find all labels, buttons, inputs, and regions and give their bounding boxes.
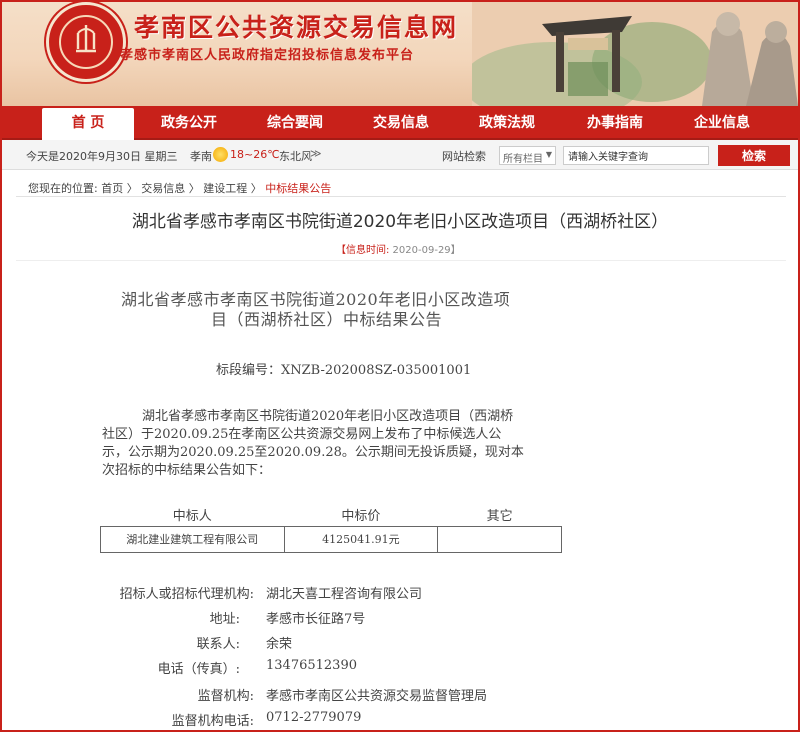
contact-value-phone: 13476512390 (266, 658, 357, 673)
info-bar: 今天是2020年9月30日 星期三 孝南 18~26℃ 东北风 ≫ 网站检索 所… (2, 140, 798, 170)
breadcrumb-separator: 〉 (188, 182, 200, 195)
contact-label-address: 地址: (209, 612, 240, 627)
breadcrumb-prefix: 您现在的位置: (28, 182, 98, 195)
breadcrumb-separator: 〉 (126, 182, 138, 195)
breadcrumb-item-trade-info[interactable]: 交易信息 (141, 182, 185, 195)
body-line: 社区）于2020.09.25在孝南区公共资源交易网上发布了中标候选人公 (102, 427, 502, 442)
current-date: 今天是2020年9月30日 星期三 (26, 150, 178, 163)
breadcrumb-current[interactable]: 中标结果公告 (265, 182, 331, 195)
nav-enterprise[interactable]: 企业信息 (676, 106, 768, 140)
breadcrumb-separator: 〉 (250, 182, 262, 195)
site-logo[interactable] (46, 2, 126, 82)
sunny-weather-icon (213, 147, 228, 162)
contact-label-person: 联系人: (196, 637, 240, 652)
contact-label-supervisor-phone: 监督机构电话: (171, 714, 254, 729)
nav-guide[interactable]: 办事指南 (569, 106, 661, 140)
nav-gov-affairs[interactable]: 政务公开 (143, 106, 235, 140)
contact-label-agency: 招标人或招标代理机构: (119, 587, 254, 602)
double-chevron-right-icon[interactable]: ≫ (310, 147, 322, 160)
breadcrumb: 您现在的位置: 首页 〉 交易信息 〉 建设工程 〉 中标结果公告 (28, 180, 331, 196)
breadcrumb-item-construction[interactable]: 建设工程 (203, 182, 247, 195)
search-label: 网站检索 (442, 150, 486, 163)
contact-value-address: 孝感市长征路7号 (266, 612, 366, 627)
search-scope-value: 所有栏目 (503, 154, 543, 165)
header-winner: 中标人 (172, 509, 212, 525)
logo-mark-icon (76, 25, 96, 53)
site-subtitle: 孝感市孝南区人民政府指定招投标信息发布平台 (120, 48, 415, 63)
table-header-row: 中标人 中标价 其它 (101, 504, 562, 526)
header-price: 中标价 (341, 509, 381, 525)
weather-city: 孝南 (190, 150, 212, 163)
breadcrumb-item-home[interactable]: 首页 (101, 182, 123, 195)
main-nav: 首 页 政务公开 综合要闻 交易信息 政策法规 办事指南 企业信息 (2, 106, 798, 140)
bid-number: 标段编号：XNZB-202008SZ-035001001 (216, 363, 472, 378)
award-table: 中标人 中标价 其它 湖北建业建筑工程有限公司 4125041.91元 (100, 504, 562, 553)
contact-value-supervisor: 孝感市孝南区公共资源交易监督管理局 (266, 689, 488, 704)
contact-label-supervisor: 监督机构: (197, 689, 254, 704)
info-time: 【信息时间: 2020-09-29】 (336, 241, 461, 256)
info-time-value: 2020-09-29】 (389, 245, 461, 256)
body-line: 示，公示期为2020.09.25至2020.09.28。公示期间无投诉质疑，现对… (102, 445, 524, 460)
search-input[interactable] (563, 146, 709, 165)
site-title: 孝南区公共资源交易信息网 (134, 13, 459, 42)
nav-policy[interactable]: 政策法规 (461, 106, 553, 140)
weather-temperature: 18~26℃ (230, 148, 280, 161)
contact-label-phone: 电话（传真）: (157, 662, 240, 677)
divider (16, 196, 786, 197)
nav-home[interactable]: 首 页 (42, 108, 134, 140)
nav-news[interactable]: 综合要闻 (249, 106, 341, 140)
info-time-label: 【信息时间: (336, 245, 390, 256)
site-banner: 孝南区公共资源交易信息网 孝感市孝南区人民政府指定招投标信息发布平台 (2, 2, 798, 106)
header-other: 其它 (486, 509, 513, 525)
chevron-down-icon: ▼ (545, 150, 552, 159)
article-title: 湖北省孝感市孝南区书院街道2020年老旧小区改造项目（西湖桥社区） (131, 212, 669, 232)
contact-value-agency: 湖北天喜工程咨询有限公司 (266, 587, 423, 602)
contact-value-supervisor-phone: 0712-2779079 (266, 710, 362, 725)
body-line: 次招标的中标结果公告如下： (102, 463, 272, 478)
table-row: 湖北建业建筑工程有限公司 4125041.91元 (100, 525, 562, 553)
search-scope-select[interactable]: 所有栏目 ▼ (499, 146, 556, 165)
cell-winner: 湖北建业建筑工程有限公司 (100, 525, 285, 553)
contact-value-person: 余荣 (266, 637, 293, 652)
nav-trade-info[interactable]: 交易信息 (355, 106, 447, 140)
banner-scene-illustration (472, 2, 798, 106)
cell-other (437, 525, 562, 553)
doc-title-line2: 目（西湖桥社区）中标结果公告 (211, 310, 443, 329)
page-frame: 孝南区公共资源交易信息网 孝感市孝南区人民政府指定招投标信息发布平台 首 页 政… (0, 0, 800, 732)
cell-price: 4125041.91元 (283, 525, 439, 553)
divider (16, 260, 786, 261)
weather-wind: 东北风 (279, 150, 312, 163)
body-line: 湖北省孝感市孝南区书院街道2020年老旧小区改造项目（西湖桥 (142, 409, 514, 424)
search-button[interactable]: 检索 (718, 145, 790, 166)
